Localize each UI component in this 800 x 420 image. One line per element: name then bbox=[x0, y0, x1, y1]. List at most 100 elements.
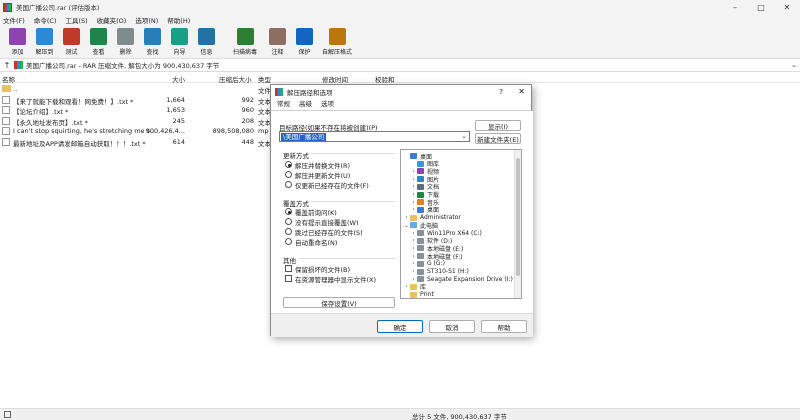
tree-item[interactable]: › 桌面 bbox=[410, 206, 439, 214]
option-label[interactable]: 解压并更新文件(U) bbox=[295, 170, 350, 180]
option-label[interactable]: 解压并替换文件(R) bbox=[295, 160, 350, 170]
expand-chevron-icon[interactable]: › bbox=[410, 268, 417, 275]
option-label[interactable]: 在资源管理器中显示文件(X) bbox=[295, 274, 376, 284]
option-label[interactable]: 没有提示直接覆盖(W) bbox=[295, 217, 359, 227]
toolbar-button[interactable]: 保护 bbox=[291, 26, 318, 58]
menu-item[interactable]: 文件(F) bbox=[3, 15, 25, 25]
radio-button[interactable] bbox=[285, 171, 292, 178]
radio-button[interactable] bbox=[285, 208, 292, 215]
checkbox[interactable] bbox=[285, 275, 292, 282]
expand-chevron-icon[interactable]: › bbox=[410, 183, 417, 190]
show-button[interactable]: 显示(I) bbox=[475, 120, 521, 131]
option-label[interactable]: 跳过已经存在的文件(S) bbox=[295, 227, 363, 237]
toolbar-button[interactable]: 解压到 bbox=[31, 26, 58, 58]
radio-button[interactable] bbox=[285, 161, 292, 168]
expand-chevron-icon[interactable]: › bbox=[410, 245, 417, 252]
dialog-close-icon[interactable]: ✕ bbox=[518, 87, 525, 96]
toolbar-button[interactable]: 注释 bbox=[264, 26, 291, 58]
tree-item[interactable]: › 下载 bbox=[410, 191, 439, 199]
radio-button[interactable] bbox=[285, 218, 292, 225]
radio-button[interactable] bbox=[285, 181, 292, 188]
expand-chevron-icon[interactable]: › bbox=[410, 199, 417, 206]
chevron-down-icon[interactable]: ⌄ bbox=[791, 61, 797, 69]
expand-chevron-icon[interactable]: › bbox=[410, 253, 417, 260]
tree-item-label: 下载 bbox=[427, 192, 440, 199]
minimize-button[interactable]: – bbox=[722, 0, 748, 14]
help-button[interactable]: 帮助 bbox=[481, 320, 527, 333]
tab-advanced[interactable]: 高级 bbox=[299, 98, 312, 110]
cancel-button[interactable]: 取消 bbox=[429, 320, 475, 333]
menu-item[interactable]: 工具(S) bbox=[65, 15, 87, 25]
toolbar-button[interactable]: 自解压格式 bbox=[318, 26, 356, 58]
tree-item[interactable]: ⌄ 此电脑 bbox=[403, 221, 439, 230]
expand-chevron-icon[interactable]: › bbox=[410, 230, 417, 237]
maximize-button[interactable]: □ bbox=[748, 0, 774, 14]
menu-item[interactable]: 选项(N) bbox=[135, 15, 158, 25]
dialog-help-button[interactable]: ? bbox=[499, 88, 503, 96]
tree-item[interactable]: › 图片 bbox=[410, 175, 439, 184]
toolbar-button[interactable]: 信息 bbox=[193, 26, 220, 58]
radio-button[interactable] bbox=[285, 228, 292, 235]
file-name: 【来了就能下载和观看！网免费！】.txt * bbox=[13, 97, 134, 106]
tree-item[interactable]: › 本地磁盘 (F:) bbox=[410, 252, 462, 261]
tab-general[interactable]: 常规 bbox=[277, 98, 290, 110]
new-folder-button[interactable]: 新建文件夹(E) bbox=[475, 133, 521, 144]
toolbar-button[interactable]: 删除 bbox=[112, 26, 139, 58]
menu-item[interactable]: 帮助(H) bbox=[167, 15, 190, 25]
expand-chevron-icon[interactable]: ⌄ bbox=[403, 222, 410, 229]
option-label[interactable]: 保留损坏的文件(B) bbox=[295, 264, 350, 274]
toolbar-button[interactable]: 添加 bbox=[4, 26, 31, 58]
tree-item[interactable]: 桌面 bbox=[403, 152, 432, 161]
update-group-label: 更新方式 bbox=[283, 152, 309, 160]
toolbar-button[interactable]: 扫描病毒 bbox=[226, 26, 264, 58]
option-label[interactable]: 仅更新已经存在的文件(F) bbox=[295, 180, 369, 190]
folder-tree[interactable]: Print › 库 › Seagate Expansion Drive (I:) › ST3… bbox=[400, 149, 522, 299]
chevron-down-icon[interactable]: ⌄ bbox=[461, 132, 467, 140]
tree-item[interactable]: › 视频 bbox=[410, 167, 439, 176]
tree-item[interactable]: › 音乐 bbox=[410, 198, 439, 207]
tree-scrollbar[interactable] bbox=[514, 150, 521, 298]
tree-item[interactable]: › Win11Pro X64 (C:) bbox=[410, 229, 482, 237]
tree-item[interactable]: › G (G:) bbox=[410, 260, 445, 268]
expand-chevron-icon[interactable]: › bbox=[410, 206, 417, 213]
expand-chevron-icon[interactable]: › bbox=[410, 260, 417, 267]
tree-item[interactable]: › 软件 (D:) bbox=[410, 237, 452, 245]
radio-button[interactable] bbox=[285, 238, 292, 245]
option-label[interactable]: 覆盖前询问(K) bbox=[295, 207, 337, 217]
menu-item[interactable]: 收藏夹(O) bbox=[97, 15, 127, 25]
scrollbar-thumb[interactable] bbox=[516, 158, 520, 276]
tree-item[interactable]: › 库 bbox=[403, 283, 426, 291]
expand-chevron-icon[interactable]: › bbox=[403, 283, 410, 290]
tree-item[interactable]: Print bbox=[403, 291, 434, 298]
file-name: .. bbox=[13, 85, 18, 93]
toolbar-button[interactable]: 查看 bbox=[85, 26, 112, 58]
tab-options[interactable]: 选项 bbox=[321, 98, 334, 110]
checkbox[interactable] bbox=[285, 265, 292, 272]
toolbar-button-label: 扫描病毒 bbox=[232, 49, 257, 56]
toolbar-button[interactable]: 测试 bbox=[58, 26, 85, 58]
toolbar-button[interactable]: 向导 bbox=[166, 26, 193, 58]
expand-chevron-icon[interactable]: › bbox=[410, 176, 417, 183]
menu-item[interactable]: 命令(C) bbox=[34, 15, 57, 25]
expand-chevron-icon[interactable]: › bbox=[410, 191, 417, 198]
save-settings-button[interactable]: 保存设置(V) bbox=[283, 297, 395, 308]
file-packed-size: 992 bbox=[241, 95, 254, 104]
expand-chevron-icon[interactable]: › bbox=[410, 168, 417, 175]
expand-chevron-icon[interactable]: › bbox=[410, 276, 417, 283]
ok-button[interactable]: 确定 bbox=[377, 320, 423, 333]
tree-item[interactable]: 图库 bbox=[410, 160, 439, 168]
folder-icon bbox=[417, 191, 424, 198]
tree-item[interactable]: › ST310-S1 (H:) bbox=[410, 268, 469, 276]
destination-path-input[interactable]: \美国广播公司 ⌄ bbox=[279, 131, 470, 142]
option-label[interactable]: 自动重命名(N) bbox=[295, 237, 337, 247]
tree-item[interactable]: › 文档 bbox=[410, 183, 439, 191]
tree-item[interactable]: › Seagate Expansion Drive (I:) bbox=[410, 275, 513, 283]
close-button[interactable]: ✕ bbox=[774, 0, 800, 14]
tree-item[interactable]: › 本地磁盘 (E:) bbox=[410, 244, 463, 253]
tree-item-label: 此电脑 bbox=[420, 222, 439, 230]
expand-chevron-icon[interactable]: › bbox=[410, 237, 417, 244]
toolbar-button[interactable]: 查找 bbox=[139, 26, 166, 58]
up-arrow-icon[interactable]: ↑ bbox=[0, 61, 14, 70]
tree-item[interactable]: › Administrator bbox=[403, 214, 461, 222]
expand-chevron-icon[interactable]: › bbox=[403, 214, 410, 221]
